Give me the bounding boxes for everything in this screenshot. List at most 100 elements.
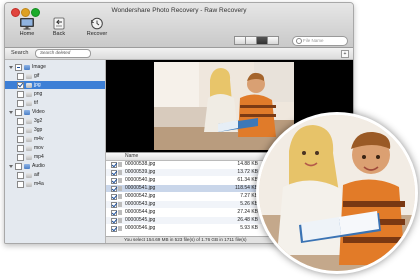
file-type-icon xyxy=(26,127,32,133)
file-checkbox[interactable] xyxy=(111,226,117,232)
file-size: 27.24 KB xyxy=(237,209,258,215)
sidebar-item[interactable]: m4a xyxy=(5,180,105,188)
file-type-icon xyxy=(26,145,32,151)
home-button[interactable]: Home xyxy=(9,17,45,47)
sidebar-item[interactable]: Audio xyxy=(5,162,105,170)
disclosure-triangle-icon[interactable] xyxy=(9,65,13,69)
file-type-icon xyxy=(26,100,32,106)
file-type-icon xyxy=(26,118,32,124)
file-name-search-placeholder: File Name xyxy=(303,38,324,43)
cover-flow-view-icon[interactable] xyxy=(267,36,279,45)
disclosure-triangle-icon[interactable] xyxy=(9,164,13,168)
file-name: 00000543.jpg xyxy=(125,201,156,207)
sidebar-item-checkbox[interactable] xyxy=(15,162,22,170)
file-name: 00000546.jpg xyxy=(125,225,156,231)
file-checkbox[interactable] xyxy=(111,194,117,200)
file-type-tree: Image gif jpg png tif Video 3g2 3gp m4v mov mp4 Aud… xyxy=(5,60,106,243)
sidebar-item-label: png xyxy=(34,91,43,97)
folder-icon xyxy=(24,64,30,70)
preview-image xyxy=(154,62,294,150)
file-checkbox[interactable] xyxy=(111,202,117,208)
home-label: Home xyxy=(19,31,35,37)
monitor-icon xyxy=(20,18,34,30)
sidebar-item[interactable]: Video xyxy=(5,108,105,116)
column-name-header[interactable]: Name xyxy=(125,153,138,159)
back-button[interactable]: Back xyxy=(41,17,77,47)
sidebar-item[interactable]: 3g2 xyxy=(5,117,105,125)
title-bar: Wondershare Photo Recovery - Raw Recover… xyxy=(5,3,353,48)
disclosure-triangle-icon[interactable] xyxy=(9,110,13,114)
jpg-file-icon xyxy=(118,194,122,199)
jpg-file-icon xyxy=(118,178,122,183)
view-mode-switcher xyxy=(234,36,279,45)
sidebar-item-label: m4v xyxy=(34,136,44,142)
sidebar-item-label: Image xyxy=(32,64,46,70)
sidebar-item-checkbox[interactable] xyxy=(17,180,24,188)
search-deleted-field[interactable]: Search deleted xyxy=(35,49,91,58)
sidebar-item-checkbox[interactable] xyxy=(15,63,22,71)
file-type-icon xyxy=(26,181,32,187)
sidebar-item[interactable]: mov xyxy=(5,144,105,152)
sidebar-item-checkbox[interactable] xyxy=(17,144,24,152)
zoomed-photo-magnifier xyxy=(256,112,418,274)
sidebar-item-label: tif xyxy=(34,100,38,106)
jpg-file-icon xyxy=(118,162,122,167)
sidebar-item-checkbox[interactable] xyxy=(17,117,24,125)
window-title: Wondershare Photo Recovery - Raw Recover… xyxy=(111,7,247,14)
file-checkbox[interactable] xyxy=(111,218,117,224)
sidebar-item[interactable]: 3gp xyxy=(5,126,105,134)
sidebar-item-checkbox[interactable] xyxy=(17,99,24,107)
file-name: 00000542.jpg xyxy=(125,193,156,199)
recover-clock-icon xyxy=(91,17,103,30)
sidebar-item[interactable]: jpg xyxy=(5,81,105,89)
sidebar-item[interactable]: m4v xyxy=(5,135,105,143)
sidebar-item[interactable]: png xyxy=(5,90,105,98)
sidebar-item-label: jpg xyxy=(34,82,41,88)
recover-label: Recover xyxy=(86,31,108,37)
sidebar-item[interactable]: aif xyxy=(5,171,105,179)
file-name: 00000539.jpg xyxy=(125,169,156,175)
sidebar-item-label: aif xyxy=(34,172,40,178)
jpg-file-icon xyxy=(118,226,122,231)
sidebar-item-label: mov xyxy=(34,145,44,151)
file-checkbox[interactable] xyxy=(111,170,117,176)
sidebar-item-checkbox[interactable] xyxy=(17,72,24,80)
sidebar-item-checkbox[interactable] xyxy=(17,126,24,134)
sidebar-item[interactable]: tif xyxy=(5,99,105,107)
search-icon xyxy=(296,38,302,44)
sidebar-item-label: 3gp xyxy=(34,127,43,133)
sidebar-item-checkbox[interactable] xyxy=(17,90,24,98)
sidebar-item-checkbox[interactable] xyxy=(17,171,24,179)
sidebar-item-label: Audio xyxy=(32,163,45,169)
folder-icon xyxy=(24,109,30,115)
jpg-file-icon xyxy=(118,218,122,223)
file-type-icon xyxy=(26,73,32,79)
file-name: 00000541.jpg xyxy=(125,185,156,191)
file-type-icon xyxy=(26,136,32,142)
folder-icon xyxy=(24,163,30,169)
sidebar-item-checkbox[interactable] xyxy=(17,153,24,161)
file-type-icon xyxy=(26,172,32,178)
file-type-icon xyxy=(26,91,32,97)
jpg-file-icon xyxy=(118,170,122,175)
file-size: 5.26 KB xyxy=(240,201,258,207)
sidebar-item-checkbox[interactable] xyxy=(15,108,22,116)
recover-button[interactable]: Recover xyxy=(79,17,115,47)
file-size: 13.72 KB xyxy=(237,169,258,175)
file-type-icon xyxy=(26,154,32,160)
search-deleted-placeholder: Search deleted xyxy=(40,50,71,55)
jpg-file-icon xyxy=(118,210,122,215)
file-checkbox[interactable] xyxy=(111,186,117,192)
file-checkbox[interactable] xyxy=(111,210,117,216)
sidebar-item[interactable]: Image xyxy=(5,63,105,71)
sidebar-item[interactable]: gif xyxy=(5,72,105,80)
sidebar-item-checkbox[interactable] xyxy=(17,81,24,89)
selection-summary: You select 154.69 MB in 523 file(s) of 1… xyxy=(124,237,247,242)
sidebar-item-label: mp4 xyxy=(34,154,44,160)
file-checkbox[interactable] xyxy=(111,178,117,184)
file-name-search[interactable]: File Name xyxy=(292,36,348,46)
file-checkbox[interactable] xyxy=(111,162,117,168)
add-icon[interactable]: + xyxy=(341,50,349,58)
sidebar-item-checkbox[interactable] xyxy=(17,135,24,143)
sidebar-item[interactable]: mp4 xyxy=(5,153,105,161)
